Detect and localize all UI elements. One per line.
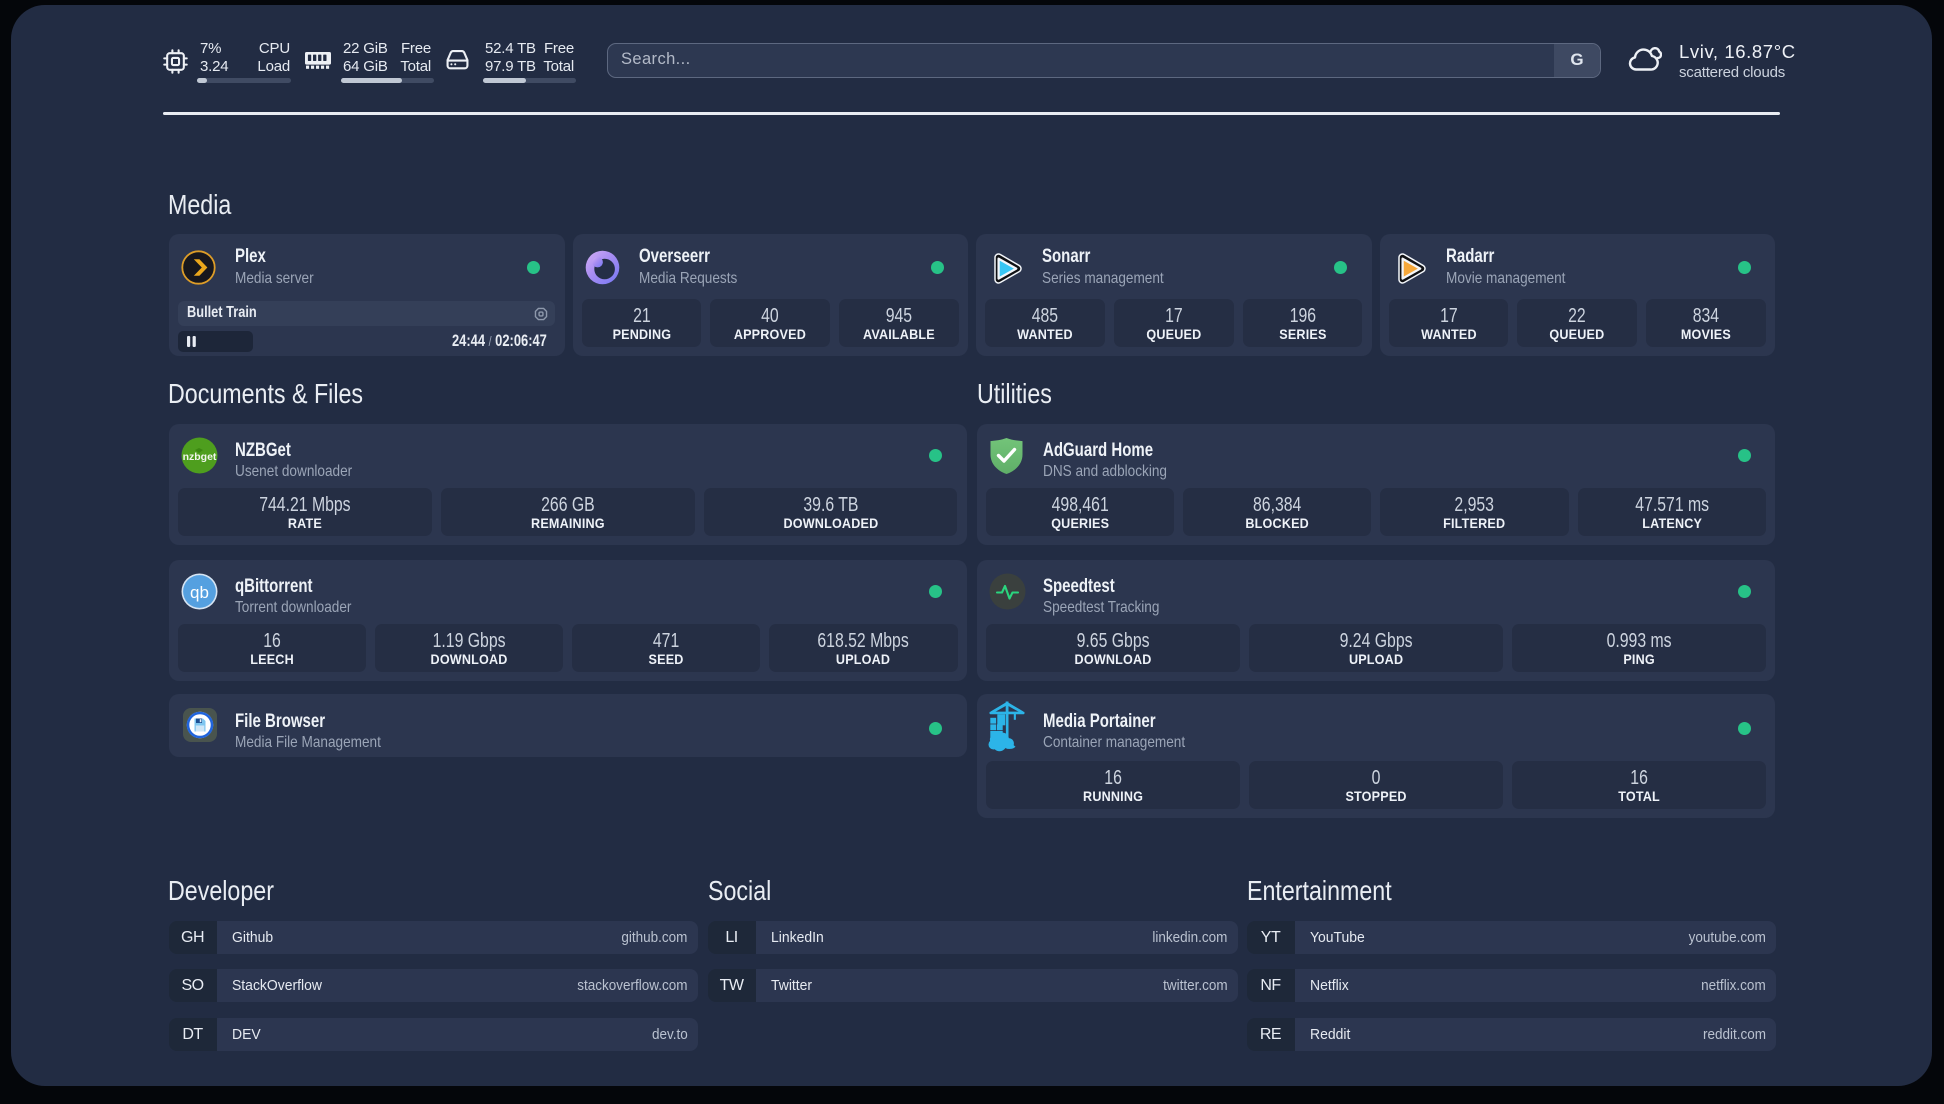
svg-text:qb: qb (190, 583, 209, 602)
svg-text:nzbget: nzbget (183, 451, 217, 463)
